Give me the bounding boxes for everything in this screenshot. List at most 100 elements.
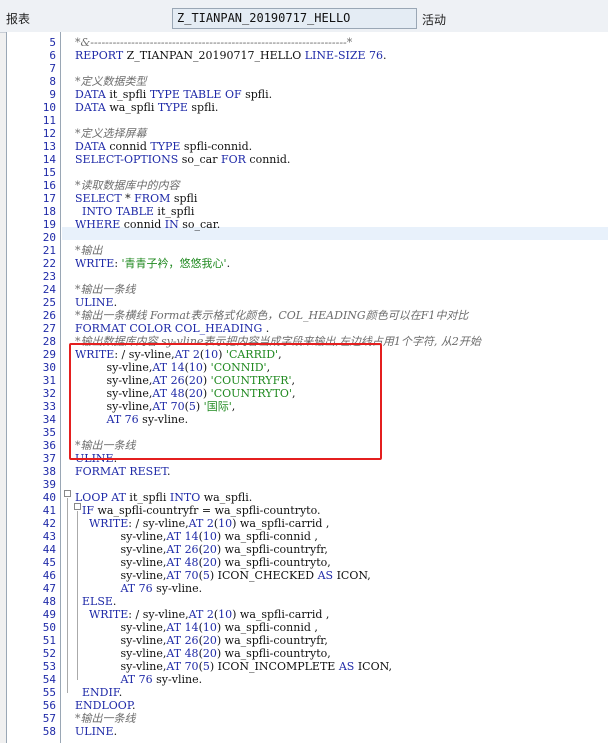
abap-code-editor[interactable]: 5 *&-------------------------------------… <box>6 32 608 743</box>
code-token: DATA <box>75 140 110 153</box>
code-line[interactable]: LOOP AT it_spfli INTO wa_spfli. <box>75 491 608 504</box>
code-line[interactable]: IF wa_spfli-countryfr = wa_spfli-country… <box>75 504 608 517</box>
code-line[interactable]: sy-vline,AT 70(5) ICON_INCOMPLETE AS ICO… <box>75 660 608 673</box>
fold-toggle-icon[interactable] <box>64 490 71 497</box>
code-line[interactable]: sy-vline,AT 26(20) wa_spfli-countryfr, <box>75 543 608 556</box>
code-line[interactable]: *读取数据库中的内容 <box>75 179 608 192</box>
code-line[interactable]: WHERE connid IN so_car. <box>75 218 608 231</box>
code-token: AT <box>120 582 139 595</box>
fold-toggle-icon[interactable] <box>74 503 81 510</box>
code-line[interactable]: DATA connid TYPE spfli-connid. <box>75 140 608 153</box>
code-token: ELSE <box>75 595 113 608</box>
code-token: *输出一条线 <box>75 283 136 296</box>
code-line[interactable]: WRITE: / sy-vline,AT 2(10) wa_spfli-carr… <box>75 608 608 621</box>
code-line[interactable]: SELECT-OPTIONS so_car FOR connid. <box>75 153 608 166</box>
code-token: 20 <box>202 634 217 647</box>
code-token: it_spfli <box>157 205 195 218</box>
code-line[interactable]: ULINE. <box>75 296 608 309</box>
code-token: * <box>125 192 135 205</box>
line-number: 25 <box>42 296 56 309</box>
code-token: AS <box>338 660 358 673</box>
line-number: 12 <box>42 127 56 140</box>
code-line[interactable]: WRITE: / sy-vline,AT 2(10) wa_spfli-carr… <box>75 517 608 530</box>
code-line[interactable]: *输出一条横线 Format表示格式化颜色，COL_HEADING颜色可以在F1… <box>75 309 608 322</box>
code-token: ) ICON_CHECKED <box>209 569 318 582</box>
code-line[interactable]: INTO TABLE it_spfli <box>75 205 608 218</box>
code-line[interactable]: sy-vline,AT 14(10) wa_spfli-connid , <box>75 621 608 634</box>
code-line[interactable]: AT 76 sy-vline. <box>75 582 608 595</box>
line-number: 39 <box>42 478 56 491</box>
code-line[interactable]: ENDIF. <box>75 686 608 699</box>
code-token: 14 <box>184 530 199 543</box>
line-number: 49 <box>42 608 56 621</box>
code-line[interactable]: sy-vline,AT 14(10) wa_spfli-connid , <box>75 530 608 543</box>
code-token: LOOP AT <box>75 491 130 504</box>
code-line[interactable]: AT 76 sy-vline. <box>75 673 608 686</box>
code-line[interactable]: WRITE: '青青子衿，悠悠我心'. <box>75 257 608 270</box>
code-line[interactable]: ULINE. <box>75 725 608 738</box>
code-token: FROM <box>134 192 174 205</box>
code-token: *输出一条横线 Format表示格式化颜色，COL_HEADING颜色可以在F1… <box>75 309 469 322</box>
code-token: sy-vline, <box>75 621 167 634</box>
code-token: . <box>166 465 171 478</box>
code-token: connid. <box>249 153 291 166</box>
code-token: . <box>113 725 118 738</box>
line-number: 45 <box>42 556 56 569</box>
line-number: 10 <box>42 101 56 114</box>
code-line[interactable]: FORMAT COLOR COL_HEADING . <box>75 322 608 335</box>
line-number: 9 <box>49 88 56 101</box>
code-token: '青青子衿，悠悠我心' <box>121 257 227 270</box>
code-line[interactable]: DATA it_spfli TYPE TABLE OF spfli. <box>75 88 608 101</box>
code-token: so_car <box>181 153 221 166</box>
code-line[interactable]: FORMAT RESET. <box>75 465 608 478</box>
code-token: spfli. <box>191 101 219 114</box>
code-token: AT <box>166 543 185 556</box>
code-line[interactable]: *定义数据类型 <box>75 75 608 88</box>
code-line[interactable]: ENDLOOP. <box>75 699 608 712</box>
code-token: spfli <box>173 192 198 205</box>
code-token: 5 <box>202 569 210 582</box>
code-line[interactable]: SELECT * FROM spfli <box>75 192 608 205</box>
code-token: it_spfli <box>129 491 170 504</box>
program-name-field[interactable]: Z_TIANPAN_20190717_HELLO <box>172 8 417 29</box>
code-line[interactable]: REPORT Z_TIANPAN_20190717_HELLO LINE-SIZ… <box>75 49 608 62</box>
code-token: ) wa_spfli-countryfr, <box>216 543 328 556</box>
code-token: INTO TABLE <box>75 205 158 218</box>
line-number: 46 <box>42 569 56 582</box>
code-line[interactable]: DATA wa_spfli TYPE spfli. <box>75 101 608 114</box>
line-number: 44 <box>42 543 56 556</box>
code-line[interactable]: *&--------------------------------------… <box>75 36 608 49</box>
code-token: . <box>383 49 387 62</box>
code-token: : <box>114 257 122 270</box>
code-token: 70 <box>184 660 199 673</box>
code-line[interactable]: sy-vline,AT 26(20) wa_spfli-countryfr, <box>75 634 608 647</box>
code-token: 10 <box>202 621 217 634</box>
line-number: 36 <box>42 439 56 452</box>
code-line[interactable]: *输出一条线 <box>75 283 608 296</box>
code-line[interactable]: *定义选择屏幕 <box>75 127 608 140</box>
code-line[interactable]: sy-vline,AT 48(20) wa_spfli-countryto, <box>75 556 608 569</box>
code-line[interactable]: ELSE. <box>75 595 608 608</box>
code-token: 70 <box>184 569 199 582</box>
code-line[interactable]: sy-vline,AT 48(20) wa_spfli-countryto, <box>75 647 608 660</box>
code-token: WRITE <box>75 257 115 270</box>
fold-line <box>67 498 68 693</box>
code-token: 2 <box>206 517 214 530</box>
code-token: *输出 <box>75 244 103 257</box>
code-token: ULINE <box>75 725 114 738</box>
line-number: 32 <box>42 387 56 400</box>
code-line[interactable]: sy-vline,AT 70(5) ICON_CHECKED AS ICON, <box>75 569 608 582</box>
code-line[interactable]: *输出 <box>75 244 608 257</box>
line-number: 47 <box>42 582 56 595</box>
code-token: : / sy-vline, <box>128 517 189 530</box>
code-line[interactable]: *输出一条线 <box>75 712 608 725</box>
code-token: 5 <box>202 660 210 673</box>
code-token: AT <box>166 660 185 673</box>
code-token: FORMAT RESET <box>75 465 167 478</box>
code-token: DATA <box>75 88 110 101</box>
code-token: sy-vline, <box>75 543 167 556</box>
code-token: ) wa_spfli-countryfr, <box>216 634 328 647</box>
code-token: AS <box>317 569 337 582</box>
code-token: REPORT <box>75 49 127 62</box>
